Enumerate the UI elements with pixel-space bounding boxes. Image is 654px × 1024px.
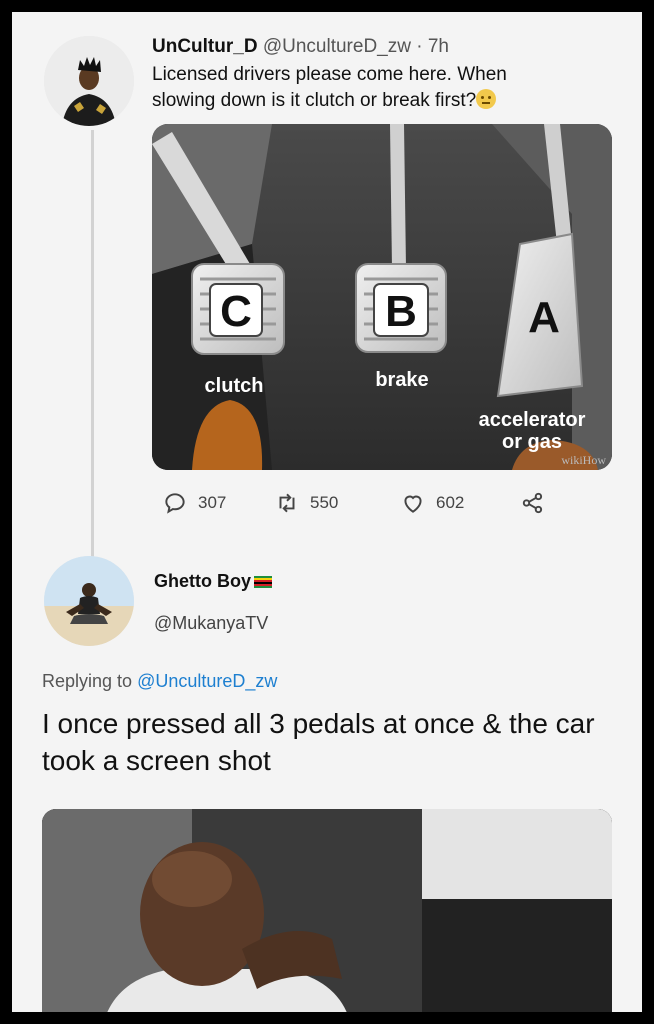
reply-count: 307 [198,493,227,512]
reply-display-name[interactable]: Ghetto Boy [154,571,272,592]
tweet-text-content: Licensed drivers please come here. When … [152,64,507,111]
retweet-icon [279,493,295,513]
reply-icon [165,493,185,514]
tweet-screenshot: UnCultur_D @UncultureD_zw · 7h Licensed … [12,12,642,1012]
share-button[interactable] [520,490,546,516]
reply-text: I once pressed all 3 pedals at once & th… [42,708,595,776]
user-avatar[interactable] [44,36,134,126]
replying-to-prefix: Replying to [42,671,133,691]
retweet-button[interactable]: 550 [274,490,338,516]
reply-button[interactable]: 307 [162,490,226,516]
tweet-media-image[interactable]: C B A clutch brake accelerator or gas wi… [152,124,612,470]
wikihow-watermark: wikiHow [561,453,606,467]
user-handle[interactable]: @UncultureD_zw [263,36,411,57]
reply-media-image[interactable] [42,809,612,1012]
replying-to: Replying to @UncultureD_zw [42,671,277,692]
replying-to-link[interactable]: @UncultureD_zw [137,671,277,691]
accelerator-label-2: or gas [502,431,562,453]
thread-connector [91,130,94,560]
tweet-text: Licensed drivers please come here. When … [152,62,572,114]
tweet-header: UnCultur_D @UncultureD_zw · 7h [152,34,449,60]
share-icon [522,492,543,514]
heart-icon [404,495,422,513]
pedal-letter-c: C [220,287,252,336]
like-count: 602 [436,493,465,512]
separator: · [416,36,423,57]
clutch-label: clutch [205,375,264,397]
timestamp[interactable]: 7h [428,36,449,57]
brake-label: brake [375,369,428,391]
thinking-face-icon [476,89,497,109]
tweet-actions: 307 550 602 [162,490,582,520]
reply-user-handle[interactable]: @MukanyaTV [154,613,268,634]
reply-user-avatar[interactable] [44,556,134,646]
retweet-count: 550 [310,493,339,512]
accelerator-label: accelerator [479,409,586,431]
pedal-letter-a: A [528,293,560,342]
display-name[interactable]: UnCultur_D [152,36,258,57]
zimbabwe-flag-icon [254,576,272,588]
pedal-letter-b: B [385,287,417,336]
like-button[interactable]: 602 [400,490,464,516]
reply-display-name-text: Ghetto Boy [154,571,251,591]
